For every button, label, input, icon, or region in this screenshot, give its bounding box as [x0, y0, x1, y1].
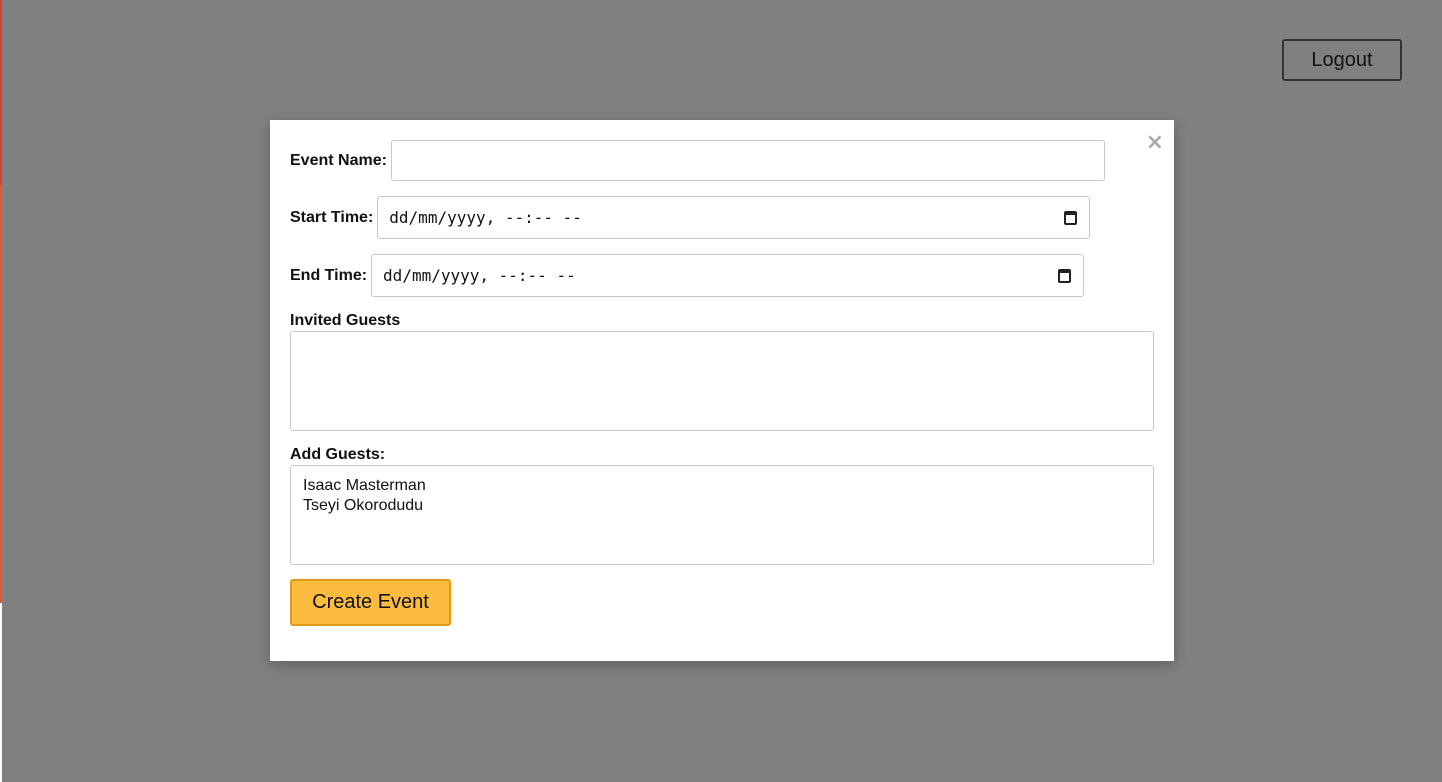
start-time-value: dd/mm/yyyy, --:-- --: [389, 208, 582, 227]
end-time-row: End Time: dd/mm/yyyy, --:-- --: [290, 254, 1085, 297]
event-name-input[interactable]: [390, 140, 1105, 181]
close-icon[interactable]: ×: [1146, 132, 1164, 154]
create-event-modal: × Event Name: Start Time: dd/mm/yyyy, --…: [270, 120, 1174, 661]
start-time-input[interactable]: dd/mm/yyyy, --:-- --: [377, 196, 1091, 239]
add-guests-label: Add Guests:: [290, 446, 386, 463]
create-event-button[interactable]: Create Event: [290, 579, 451, 626]
logout-button[interactable]: Logout: [1282, 39, 1402, 81]
invited-guests-label: Invited Guests: [290, 312, 401, 329]
calendar-icon[interactable]: [1064, 210, 1078, 225]
calendar-icon[interactable]: [1058, 268, 1072, 283]
end-time-input[interactable]: dd/mm/yyyy, --:-- --: [371, 254, 1085, 297]
invited-guests-list[interactable]: [290, 331, 1154, 431]
event-name-label: Event Name:: [290, 151, 387, 169]
event-name-row: Event Name:: [290, 140, 1105, 181]
guest-option[interactable]: Tseyi Okorodudu: [303, 496, 1141, 516]
start-time-row: Start Time: dd/mm/yyyy, --:-- --: [290, 196, 1091, 239]
guest-option[interactable]: Isaac Masterman: [303, 476, 1141, 496]
add-guests-items: Isaac Masterman Tseyi Okorodudu: [291, 466, 1153, 526]
invited-guests-items: [291, 332, 1153, 352]
add-guests-select[interactable]: Isaac Masterman Tseyi Okorodudu: [290, 465, 1154, 565]
start-time-label: Start Time:: [290, 208, 374, 226]
end-time-value: dd/mm/yyyy, --:-- --: [383, 266, 576, 285]
end-time-label: End Time:: [290, 266, 368, 284]
